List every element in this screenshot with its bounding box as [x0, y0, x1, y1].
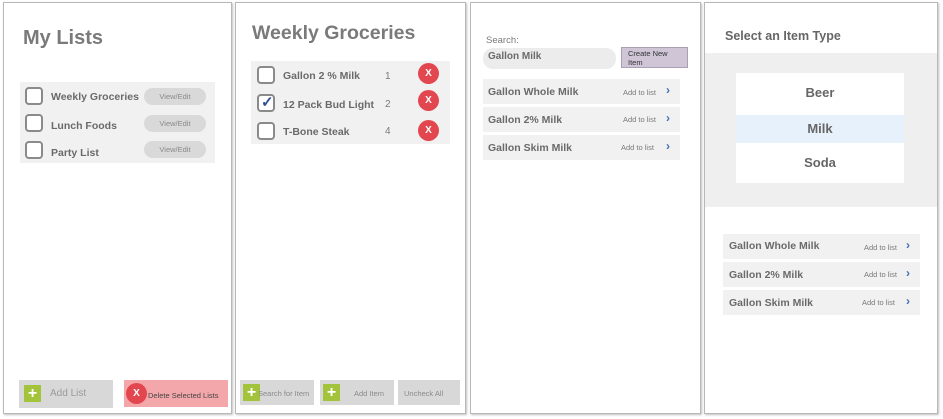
add-item-button[interactable]: + Add Item [320, 380, 394, 405]
items-container: Gallon 2 % Milk 1 X ✓ 12 Pack Bud Light … [251, 61, 450, 144]
search-result[interactable]: Gallon 2% Milk Add to list › [723, 262, 920, 287]
chevron-right-icon[interactable]: › [906, 266, 910, 280]
page-title: My Lists [23, 27, 104, 49]
list-item[interactable]: Gallon 2 % Milk 1 X [251, 61, 450, 88]
list-checkbox[interactable] [25, 141, 43, 159]
item-type-option[interactable]: Beer [736, 76, 904, 110]
search-label: Search: [486, 35, 519, 46]
item-checkbox[interactable] [257, 122, 275, 140]
add-to-list-link[interactable]: Add to list [623, 115, 656, 124]
item-quantity: 1 [385, 71, 391, 82]
list-item[interactable]: Party List View/Edit [20, 136, 215, 163]
list-checkbox[interactable] [25, 114, 43, 132]
search-for-item-label: Search for Item [258, 389, 310, 398]
delete-selected-lists-button[interactable]: X Delete Selected Lists [124, 380, 228, 407]
result-label: Gallon Whole Milk [729, 240, 820, 252]
chevron-right-icon[interactable]: › [666, 139, 670, 153]
add-to-list-link[interactable]: Add to list [621, 143, 654, 152]
item-quantity: 2 [385, 99, 391, 110]
add-list-button[interactable]: + Add List [19, 380, 113, 408]
plus-icon: + [323, 384, 340, 401]
add-to-list-link[interactable]: Add to list [862, 298, 895, 307]
item-type-picker[interactable]: Beer Milk Soda [736, 73, 904, 183]
result-label: Gallon 2% Milk [488, 114, 563, 126]
x-icon: X [126, 383, 147, 404]
view-edit-button[interactable]: View/Edit [144, 115, 206, 132]
list-item[interactable]: T-Bone Steak 4 X [251, 116, 450, 144]
add-item-label: Add Item [354, 389, 385, 398]
item-label: Gallon 2 % Milk [283, 70, 361, 82]
add-to-list-link[interactable]: Add to list [864, 243, 897, 252]
search-result[interactable]: Gallon Whole Milk Add to list › [483, 79, 680, 104]
result-label: Gallon Skim Milk [488, 142, 573, 154]
search-screen: Search: Gallon Milk Create New Item Gall… [470, 2, 701, 414]
search-for-item-button[interactable]: + Search for Item [240, 380, 314, 405]
create-new-item-button[interactable]: Create New Item [621, 47, 688, 68]
chevron-right-icon[interactable]: › [906, 238, 910, 252]
item-checkbox[interactable]: ✓ [257, 94, 275, 112]
create-new-item-label: Create New Item [628, 49, 668, 67]
add-to-list-link[interactable]: Add to list [864, 270, 897, 279]
item-quantity: 4 [385, 126, 391, 137]
page-title: Weekly Groceries [252, 22, 416, 44]
view-edit-button[interactable]: View/Edit [144, 141, 206, 158]
add-to-list-link[interactable]: Add to list [623, 88, 656, 97]
item-type-screen: Select an Item Type Beer Milk Soda Gallo… [704, 2, 938, 414]
chevron-right-icon[interactable]: › [666, 111, 670, 125]
remove-item-x-icon[interactable]: X [418, 90, 439, 111]
item-label: 12 Pack Bud Light [283, 99, 375, 111]
list-item[interactable]: Weekly Groceries View/Edit [20, 82, 215, 109]
search-result[interactable]: Gallon Skim Milk Add to list › [723, 290, 920, 315]
item-type-picker-backdrop: Beer Milk Soda [705, 53, 937, 207]
chevron-right-icon[interactable]: › [906, 294, 910, 308]
remove-item-x-icon[interactable]: X [418, 120, 439, 141]
list-item-label: Party List [51, 147, 99, 159]
list-item[interactable]: ✓ 12 Pack Bud Light 2 X [251, 88, 450, 116]
result-label: Gallon 2% Milk [729, 269, 804, 281]
checkmark-icon: ✓ [261, 94, 274, 111]
item-label: T-Bone Steak [283, 126, 350, 138]
search-result[interactable]: Gallon Whole Milk Add to list › [723, 234, 920, 259]
add-list-label: Add List [50, 388, 87, 399]
search-input-value: Gallon Milk [488, 51, 542, 62]
search-input[interactable]: Gallon Milk [483, 48, 616, 69]
result-label: Gallon Whole Milk [488, 86, 579, 98]
list-checkbox[interactable] [25, 87, 43, 105]
item-checkbox[interactable] [257, 66, 275, 84]
uncheck-all-button[interactable]: Uncheck All [398, 380, 460, 405]
uncheck-all-label: Uncheck All [404, 389, 444, 398]
page-title: Select an Item Type [725, 29, 841, 43]
list-item[interactable]: Lunch Foods View/Edit [20, 109, 215, 136]
result-label: Gallon Skim Milk [729, 297, 814, 309]
item-type-option[interactable]: Soda [736, 146, 904, 180]
view-edit-button[interactable]: View/Edit [144, 88, 206, 105]
search-result[interactable]: Gallon Skim Milk Add to list › [483, 135, 680, 160]
my-lists-screen: My Lists Weekly Groceries View/Edit Lunc… [3, 2, 232, 414]
search-result[interactable]: Gallon 2% Milk Add to list › [483, 107, 680, 132]
list-item-label: Weekly Groceries [51, 91, 139, 103]
item-type-option-selected[interactable]: Milk [736, 115, 904, 143]
delete-selected-label: Delete Selected Lists [148, 391, 219, 400]
list-item-label: Lunch Foods [51, 120, 117, 132]
remove-item-x-icon[interactable]: X [418, 63, 439, 84]
lists-container: Weekly Groceries View/Edit Lunch Foods V… [20, 82, 215, 163]
list-detail-screen: Weekly Groceries Gallon 2 % Milk 1 X ✓ 1… [235, 2, 466, 414]
chevron-right-icon[interactable]: › [666, 83, 670, 97]
plus-icon: + [24, 385, 41, 402]
